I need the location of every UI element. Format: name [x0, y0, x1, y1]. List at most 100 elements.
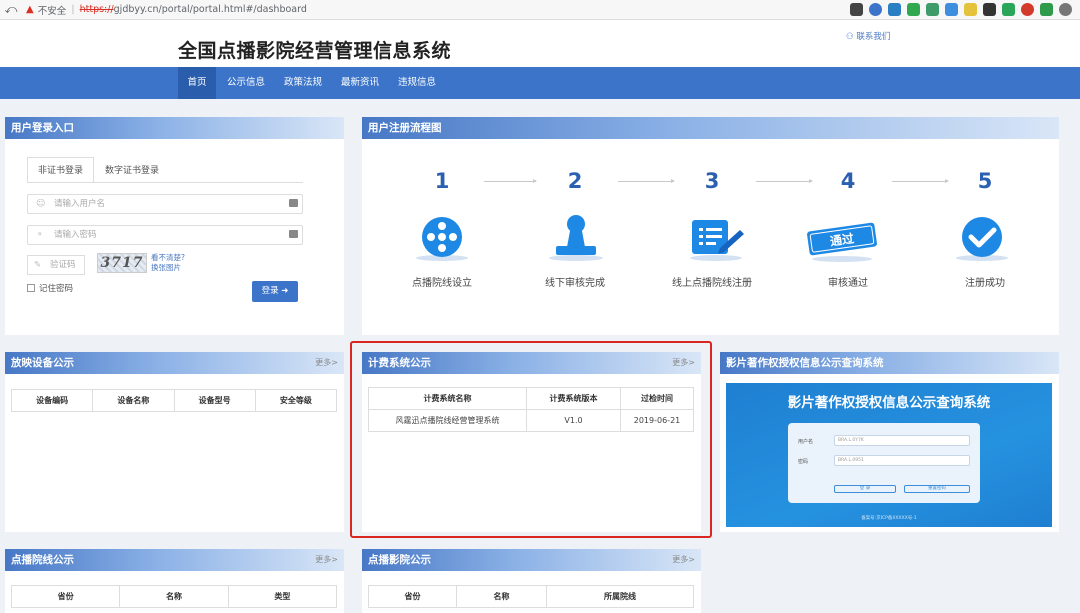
column-header: 过检时间	[620, 387, 694, 410]
equipment-panel-title: 放映设备公示 更多>	[5, 352, 344, 374]
warning-icon: ▲	[26, 4, 34, 15]
keyboard-icon[interactable]	[289, 199, 298, 207]
nav-home[interactable]: 首页	[178, 67, 216, 99]
billing-panel-title: 计费系统公示 更多>	[362, 352, 701, 374]
qr-code-icon[interactable]	[850, 3, 863, 16]
captcha-help-line2: 换张图片	[151, 263, 181, 272]
step-3-label: 线上点播院线注册	[672, 278, 752, 289]
pencil-icon: ✎	[34, 260, 42, 270]
step-arrow	[892, 179, 949, 183]
billing-inspection-date: 2019-06-21	[620, 409, 694, 432]
column-header: 设备名称	[92, 389, 175, 412]
step-4-label: 审核通过	[828, 278, 868, 289]
column-header: 安全等级	[254, 389, 338, 412]
user-icon: ☺	[36, 199, 46, 209]
keyboard-icon[interactable]	[289, 230, 298, 238]
table-row[interactable]: 风霆迅点播院线经营管理系统 V1.0 2019-06-21	[368, 409, 694, 432]
site-header: 全国点播影院经营管理信息系统 ⚇ 联系我们	[0, 20, 1080, 67]
banner-username-label: 用户名	[798, 439, 814, 445]
copyright-panel-title: 影片著作权授权信息公示查询系统	[720, 352, 1059, 374]
password-placeholder: 请输入密码	[54, 230, 97, 240]
step-1-label: 点播院线设立	[412, 278, 472, 289]
equipment-panel: 放映设备公示 更多> 设备编码 设备名称 设备型号 安全等级	[5, 352, 344, 532]
remember-password[interactable]: 记住密码	[27, 282, 73, 294]
captcha-image[interactable]: 3717	[97, 253, 147, 273]
banner-username-field: BRA.L.0Y7K	[834, 435, 970, 446]
login-button-label: 登录	[261, 286, 279, 296]
url-text[interactable]: gjdbyy.cn/portal/portal.html#/dashboard	[114, 4, 307, 15]
column-header: 设备型号	[173, 389, 256, 412]
banner-password-label: 密码	[798, 459, 809, 465]
tab-non-certificate[interactable]: 非证书登录	[27, 157, 95, 183]
tab-divider	[27, 182, 303, 183]
lines-more-link[interactable]: 更多>	[315, 549, 338, 571]
extension-notes-icon[interactable]	[964, 3, 977, 16]
cinemas-more-link[interactable]: 更多>	[672, 549, 695, 571]
password-input[interactable]: ⚬ 请输入密码	[27, 225, 303, 245]
billing-system-version: V1.0	[526, 409, 621, 432]
login-panel-title: 用户登录入口	[5, 117, 344, 139]
remember-checkbox[interactable]	[27, 284, 35, 292]
arrow-right-circle-icon: ➜	[278, 286, 289, 296]
extension-grid-icon[interactable]	[1002, 3, 1015, 16]
column-header: 类型	[227, 585, 338, 608]
step-5-label: 注册成功	[965, 278, 1005, 289]
banner-footer: 备案号:京ICP备XXXXX号-1	[861, 516, 917, 521]
lines-panel: 点播院线公示 更多> 省份 名称 类型	[5, 549, 344, 613]
equipment-table: 设备编码 设备名称 设备型号 安全等级	[10, 389, 338, 412]
billing-panel: 计费系统公示 更多> 计费系统名称 计费系统版本 过检时间 风霆迅点播院线经营管…	[362, 352, 701, 532]
step-2-label: 线下审核完成	[545, 278, 605, 289]
nav-policy[interactable]: 政策法规	[279, 67, 327, 99]
login-button[interactable]: 登录 ➜	[252, 281, 298, 302]
extension-v-icon[interactable]	[888, 3, 901, 16]
adblock-icon[interactable]	[1021, 3, 1034, 16]
table-header-row: 省份 名称 所属院线	[368, 585, 694, 608]
contact-us-link[interactable]: ⚇ 联系我们	[846, 30, 890, 42]
browser-address-bar: ⤺ ▲ 不安全 | https:// gjdbyy.cn/portal/port…	[0, 0, 1080, 20]
extension-evernote-icon[interactable]	[907, 3, 920, 16]
film-reel-icon	[416, 217, 468, 261]
main-nav: 首页 公示信息 政策法规 最新资讯 违规信息	[0, 67, 1080, 99]
step-1-number: 1	[434, 169, 450, 193]
equipment-more-link[interactable]: 更多>	[315, 352, 338, 374]
login-panel: 用户登录入口 非证书登录 数字证书登录 ☺ 请输入用户名 ⚬ 请输入密码 ✎ 验…	[5, 117, 344, 335]
register-flow-panel: 用户注册流程图 1 2 3 4 5 通过 点播院线设立 线下审核完成 线上点播院…	[362, 117, 1059, 335]
step-arrow	[484, 179, 537, 183]
nav-news[interactable]: 最新资讯	[336, 67, 384, 99]
captcha-placeholder: 验证码	[50, 260, 76, 270]
table-header-row: 设备编码 设备名称 设备型号 安全等级	[10, 389, 338, 412]
address-separator: |	[71, 4, 75, 15]
extension-p-icon[interactable]	[945, 3, 958, 16]
tab-certificate[interactable]: 数字证书登录	[94, 157, 170, 183]
column-header: 省份	[10, 585, 121, 608]
column-header: 名称	[456, 585, 547, 608]
table-header-row: 计费系统名称 计费系统版本 过检时间	[368, 387, 694, 410]
url-scheme[interactable]: https://	[80, 4, 114, 15]
step-5-number: 5	[977, 169, 993, 193]
extension-clip-icon[interactable]	[926, 3, 939, 16]
not-secure-label[interactable]: 不安全	[38, 3, 67, 17]
column-header: 省份	[368, 585, 457, 608]
extension-camera-icon[interactable]	[983, 3, 996, 16]
captcha-input[interactable]: ✎ 验证码	[27, 255, 85, 275]
menu-icon[interactable]	[1059, 3, 1072, 16]
banner-password-field: BRA.L.0951	[834, 455, 970, 466]
cinemas-panel-title: 点播影院公示 更多>	[362, 549, 701, 571]
nav-violations[interactable]: 违规信息	[393, 67, 441, 99]
nav-public-info[interactable]: 公示信息	[222, 67, 270, 99]
username-input[interactable]: ☺ 请输入用户名	[27, 194, 303, 214]
billing-more-link[interactable]: 更多>	[672, 352, 695, 374]
equipment-title: 放映设备公示	[11, 357, 74, 369]
step-3-number: 3	[704, 169, 720, 193]
copyright-system-banner[interactable]: 影片著作权授权信息公示查询系统 用户名 BRA.L.0Y7K 密码 BRA.L.…	[726, 383, 1052, 527]
back-arrow-icon[interactable]: ⤺	[0, 2, 22, 17]
login-tabs: 非证书登录 数字证书登录	[27, 157, 170, 183]
shield-icon[interactable]	[1040, 3, 1053, 16]
lock-icon: ⚬	[36, 230, 44, 240]
cinemas-title: 点播影院公示	[368, 554, 431, 566]
captcha-refresh-link[interactable]: 看不清楚? 换张图片	[151, 253, 185, 273]
banner-title: 影片著作权授权信息公示查询系统	[787, 395, 991, 411]
star-icon[interactable]	[869, 3, 882, 16]
register-panel-title: 用户注册流程图	[362, 117, 1059, 139]
banner-login-button: 登 录	[834, 485, 896, 493]
